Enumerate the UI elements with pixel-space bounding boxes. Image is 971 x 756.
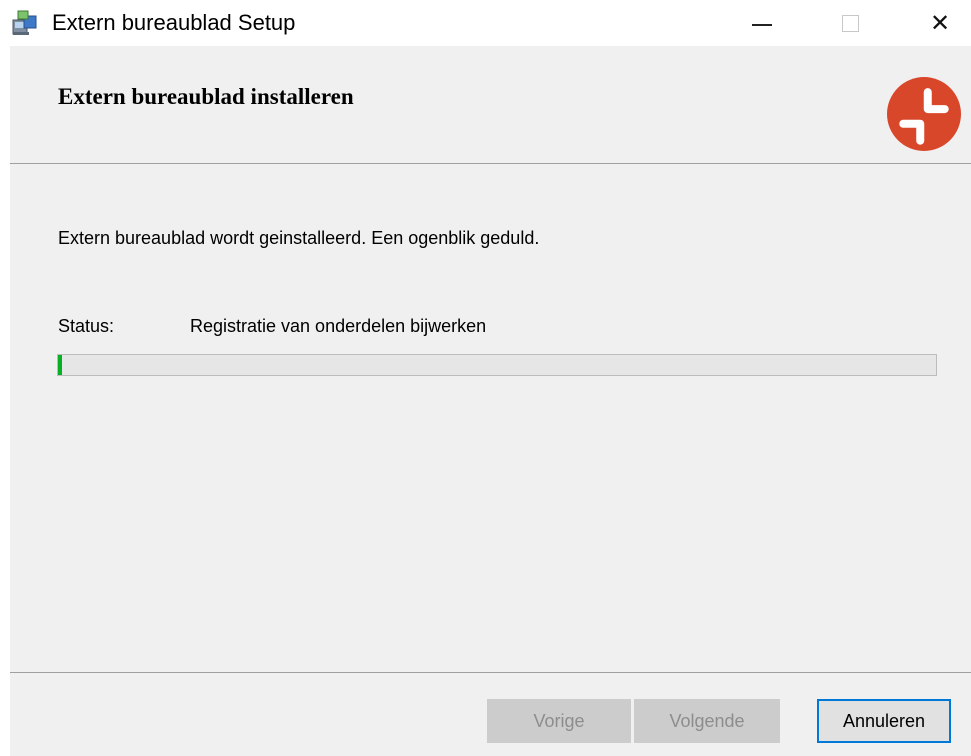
back-button[interactable]: Vorige bbox=[487, 699, 631, 743]
status-value: Registratie van onderdelen bijwerken bbox=[190, 316, 487, 336]
page-title: Extern bureaublad installeren bbox=[58, 84, 354, 109]
window-title: Extern bureaublad Setup bbox=[52, 10, 296, 35]
minimize-button[interactable] bbox=[732, 0, 792, 46]
install-description: Extern bureaublad wordt geinstalleerd. E… bbox=[58, 228, 540, 248]
status-label: Status: bbox=[58, 316, 115, 336]
button-footer: Vorige Volgende Annuleren bbox=[10, 672, 971, 756]
progress-bar bbox=[57, 354, 937, 376]
close-button[interactable]: ✕ bbox=[910, 0, 970, 46]
header-banner: Extern bureaublad installeren bbox=[10, 46, 971, 164]
close-icon: ✕ bbox=[929, 9, 951, 37]
minimize-icon bbox=[752, 24, 772, 26]
remote-desktop-logo-icon bbox=[886, 76, 962, 152]
installer-package-icon bbox=[10, 8, 40, 38]
progress-fill bbox=[58, 355, 63, 375]
next-button[interactable]: Volgende bbox=[634, 699, 780, 743]
maximize-button[interactable] bbox=[820, 0, 880, 46]
setup-window: Extern bureaublad Setup ✕ Extern bureaub… bbox=[0, 0, 971, 756]
title-bar[interactable]: Extern bureaublad Setup ✕ bbox=[0, 0, 971, 46]
content-area: Extern bureaublad wordt geinstalleerd. E… bbox=[10, 164, 971, 672]
maximize-icon bbox=[841, 14, 859, 32]
cancel-button[interactable]: Annuleren bbox=[817, 699, 951, 743]
